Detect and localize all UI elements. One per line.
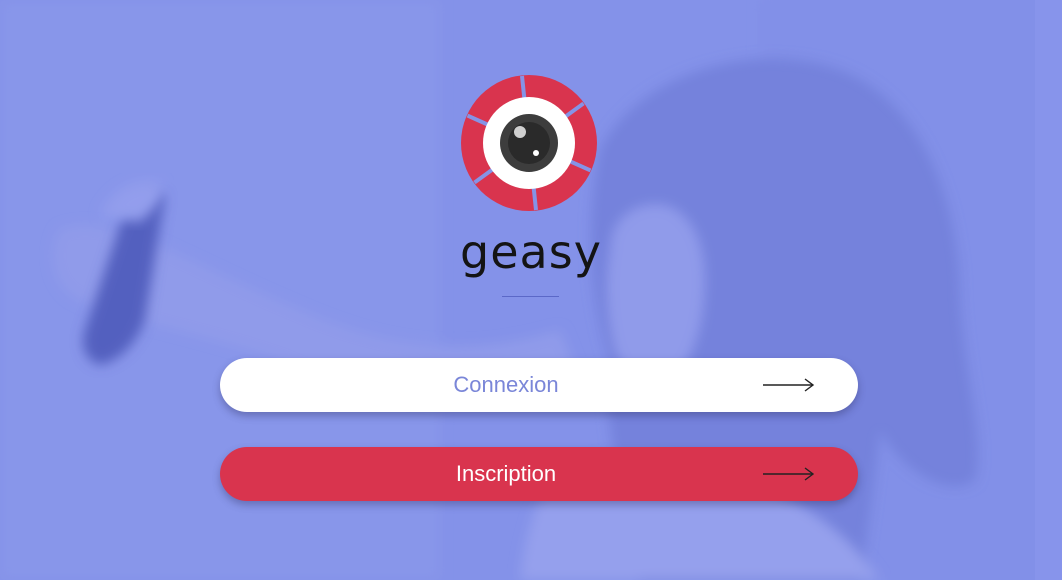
welcome-screen: geasy Connexion Inscription — [0, 0, 1062, 580]
arrow-right-icon — [763, 378, 815, 392]
signup-button-label: Inscription — [455, 461, 557, 486]
brand-name: geasy — [460, 225, 602, 279]
login-button-label: Connexion — [453, 372, 559, 397]
divider — [502, 296, 559, 297]
arrow-right-icon — [763, 467, 815, 481]
camera-shutter-eye-icon — [461, 75, 597, 211]
signup-button[interactable]: Inscription — [220, 447, 858, 501]
login-button[interactable]: Connexion — [220, 358, 858, 412]
